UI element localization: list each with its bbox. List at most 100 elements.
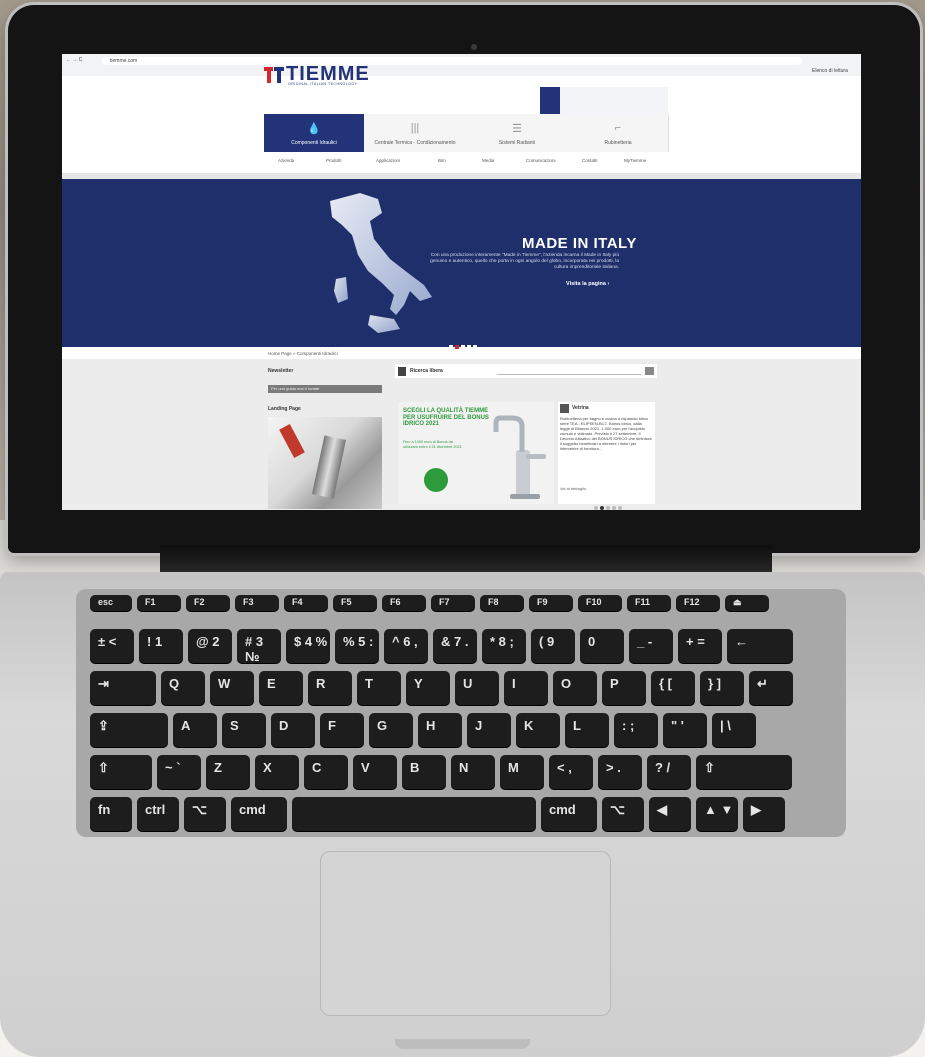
keyboard-key[interactable]: % 5 : (335, 629, 379, 663)
keyboard-key[interactable]: F3 (235, 595, 279, 611)
keyboard-key[interactable]: W (210, 671, 254, 705)
keyboard-key[interactable]: $ 4 % (286, 629, 330, 663)
keyboard-key[interactable]: ↵ (749, 671, 793, 705)
vetrina-more-link[interactable]: Vai al dettaglio (560, 486, 586, 491)
keyboard-key[interactable]: F7 (431, 595, 475, 611)
keyboard-key[interactable]: B (402, 755, 446, 789)
keyboard-key[interactable]: ⌥ (184, 797, 226, 831)
keyboard-key[interactable]: F1 (137, 595, 181, 611)
keyboard-key[interactable]: F12 (676, 595, 720, 611)
keyboard-key[interactable]: F6 (382, 595, 426, 611)
keyboard-key[interactable]: P (602, 671, 646, 705)
vetrina-dot[interactable] (600, 506, 604, 510)
keyboard-key[interactable]: ⇪ (90, 713, 168, 747)
keyboard-key[interactable]: ◀ (649, 797, 691, 831)
keyboard-key[interactable]: cmd (231, 797, 287, 831)
address-bar[interactable]: tiemme.com (102, 57, 802, 65)
keyboard-key[interactable]: ← (727, 629, 793, 663)
keyboard-key[interactable]: 0 (580, 629, 624, 663)
keyboard-key[interactable]: ( 9 (531, 629, 575, 663)
trackpad[interactable] (320, 851, 611, 1016)
back-forward-icon[interactable]: ← → C (66, 57, 82, 63)
keyboard-key[interactable]: J (467, 713, 511, 747)
keyboard-key[interactable]: G (369, 713, 413, 747)
keyboard-key[interactable]: fn (90, 797, 132, 831)
keyboard-key[interactable]: # 3 № (237, 629, 281, 664)
keyboard-key[interactable]: K (516, 713, 560, 747)
keyboard-key[interactable]: ^ 6 , (384, 629, 428, 663)
carousel-dot[interactable] (449, 345, 453, 349)
nav-card-centrale-termica[interactable]: ||| Centrale Termica - Condizionamento (364, 114, 467, 152)
keyboard-key[interactable]: U (455, 671, 499, 705)
subnav-item[interactable]: MyTiemme (624, 158, 646, 163)
keyboard-key[interactable]: T (357, 671, 401, 705)
nav-card-rubinetteria[interactable]: ⌐ Rubinetteria (568, 114, 669, 152)
keyboard-key[interactable]: S (222, 713, 266, 747)
keyboard-key[interactable]: F9 (529, 595, 573, 611)
keyboard-key[interactable]: " ' (663, 713, 707, 747)
keyboard-key[interactable]: ~ ` (157, 755, 201, 789)
keyboard-key[interactable]: & 7 . (433, 629, 477, 663)
keyboard-key[interactable]: F2 (186, 595, 230, 611)
subnav-item[interactable]: Prodotti (326, 158, 342, 163)
keyboard-key[interactable]: L (565, 713, 609, 747)
keyboard-key[interactable]: ⇧ (696, 755, 792, 789)
subnav-item[interactable]: Bim (438, 158, 446, 163)
promo-banner[interactable]: SCEGLI LA QUALITÀ TIEMME PER USUFRUIRE D… (398, 402, 554, 504)
search-input[interactable] (497, 368, 641, 375)
keyboard-key[interactable]: O (553, 671, 597, 705)
newsletter-input[interactable]: Per una guida mai ti inviate (268, 385, 382, 393)
keyboard-key[interactable]: F10 (578, 595, 622, 611)
keyboard-key[interactable]: V (353, 755, 397, 789)
spacebar-key[interactable] (292, 797, 536, 831)
keyboard-key[interactable]: @ 2 (188, 629, 232, 663)
landing-page-image[interactable] (268, 417, 382, 509)
keyboard-key[interactable]: } ] (700, 671, 744, 705)
keyboard-key[interactable]: _ - (629, 629, 673, 663)
keyboard-key[interactable]: ctrl (137, 797, 179, 831)
keyboard-key[interactable]: ▲ ▼ (696, 797, 738, 831)
keyboard-key[interactable]: R (308, 671, 352, 705)
vetrina-dot[interactable] (618, 506, 622, 510)
keyboard-key[interactable]: Z (206, 755, 250, 789)
keyboard-key[interactable]: A (173, 713, 217, 747)
subnav-item[interactable]: Comunicazioni (526, 158, 556, 163)
subnav-item[interactable]: Contatti (582, 158, 598, 163)
keyboard-key[interactable]: ! 1 (139, 629, 183, 663)
subnav-item[interactable]: Applicazioni (376, 158, 400, 163)
keyboard-key[interactable]: ⌥ (602, 797, 644, 831)
keyboard-key[interactable]: < , (549, 755, 593, 789)
keyboard-key[interactable]: I (504, 671, 548, 705)
hero-link[interactable]: Visita la pagina › (566, 281, 609, 287)
keyboard-key[interactable]: F11 (627, 595, 671, 611)
search-icon[interactable] (645, 367, 654, 375)
keyboard-key[interactable]: X (255, 755, 299, 789)
keyboard-key[interactable]: + = (678, 629, 722, 663)
keyboard-key[interactable]: F4 (284, 595, 328, 611)
keyboard-key[interactable]: F (320, 713, 364, 747)
language-active[interactable] (540, 87, 560, 117)
keyboard-key[interactable]: esc (90, 595, 132, 611)
keyboard-key[interactable]: C (304, 755, 348, 789)
nav-card-sistemi-radianti[interactable]: ☰ Sistemi Radianti (466, 114, 569, 152)
carousel-dot[interactable] (473, 345, 477, 349)
subnav-item[interactable]: Azienda (278, 158, 294, 163)
site-logo[interactable]: TIEMME ORIGINAL ITALIAN TECHNOLOGY (264, 63, 382, 87)
carousel-dot[interactable] (467, 345, 471, 349)
vetrina-dot[interactable] (606, 506, 610, 510)
nav-card-componenti[interactable]: 💧 Componenti Idraulici (264, 114, 365, 152)
keyboard-key[interactable]: * 8 ; (482, 629, 526, 663)
keyboard-key[interactable]: M (500, 755, 544, 789)
keyboard-key[interactable]: Q (161, 671, 205, 705)
keyboard-key[interactable]: ? / (647, 755, 691, 789)
keyboard-key[interactable]: > . (598, 755, 642, 789)
keyboard-key[interactable]: N (451, 755, 495, 789)
carousel-dot[interactable] (461, 345, 465, 349)
keyboard-key[interactable]: Y (406, 671, 450, 705)
subnav-item[interactable]: Media (482, 158, 494, 163)
keyboard-key[interactable]: : ; (614, 713, 658, 747)
keyboard-key[interactable]: ▶ (743, 797, 785, 831)
keyboard-key[interactable]: H (418, 713, 462, 747)
breadcrumb[interactable]: Home Page » Componenti Idraulici (268, 351, 338, 356)
keyboard-key[interactable]: { [ (651, 671, 695, 705)
